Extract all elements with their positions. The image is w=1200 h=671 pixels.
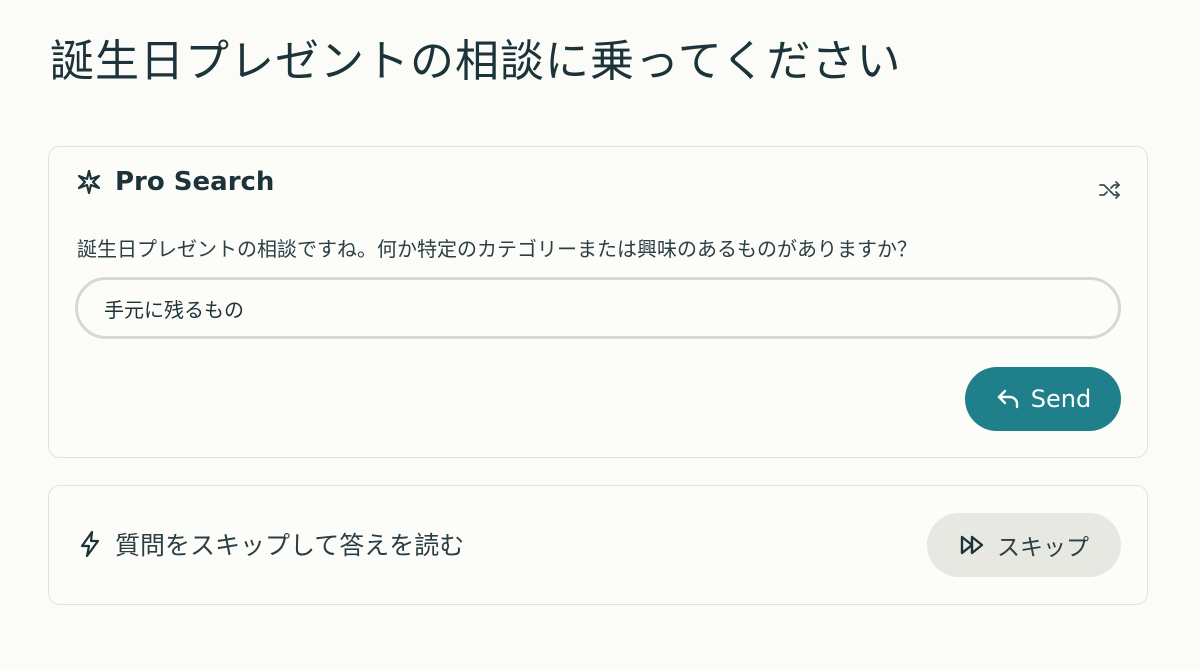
- send-label: Send: [1030, 385, 1092, 413]
- question-text: 誕生日プレゼントの相談ですね。何か特定のカテゴリーまたは興味のあるものがあります…: [77, 237, 917, 261]
- shuffle-button[interactable]: [1097, 179, 1123, 205]
- reply-icon: [995, 386, 1021, 412]
- pro-search-card: Pro Search 誕生日プレゼントの相談ですね。何か特定のカテゴリーまたは興…: [48, 146, 1148, 458]
- skip-card: 質問をスキップして答えを読む スキップ: [48, 485, 1148, 605]
- page-title: 誕生日プレゼントの相談に乗ってください: [50, 36, 902, 87]
- sparkle-icon: [75, 168, 103, 196]
- send-button[interactable]: Send: [965, 367, 1121, 431]
- fast-forward-icon: [959, 533, 987, 557]
- answer-input[interactable]: [75, 277, 1121, 339]
- skip-label: 質問をスキップして答えを読む: [115, 531, 465, 560]
- skip-button[interactable]: スキップ: [927, 513, 1121, 577]
- lightning-icon: [77, 530, 103, 558]
- pro-search-header: Pro Search: [75, 167, 274, 197]
- pro-search-title: Pro Search: [115, 167, 275, 197]
- skip-button-label: スキップ: [997, 535, 1089, 561]
- skip-label-group: 質問をスキップして答えを読む: [77, 526, 464, 562]
- shuffle-icon: [1098, 178, 1122, 206]
